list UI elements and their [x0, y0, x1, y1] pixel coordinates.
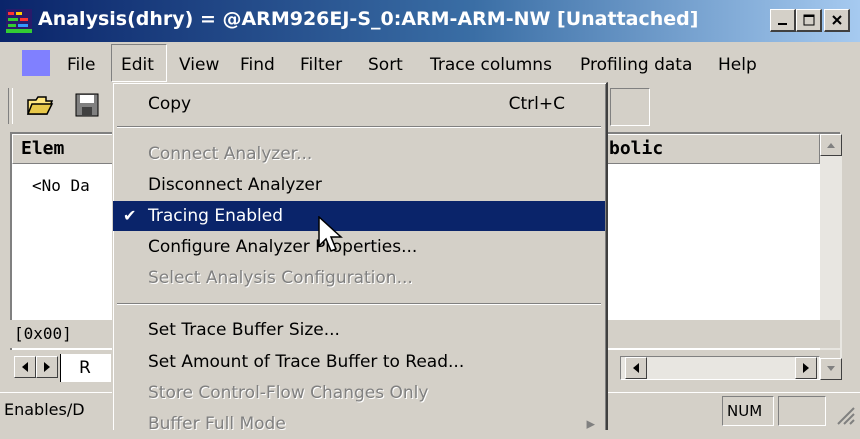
menu-item-disconnect-analyzer[interactable]: Disconnect Analyzer: [113, 170, 605, 200]
submenu-arrow-icon: ▸: [586, 414, 595, 434]
menu-item-set-amount-of-trace-buffer[interactable]: Set Amount of Trace Buffer to Read...: [113, 347, 605, 377]
mouse-pointer-icon: [318, 215, 346, 256]
scroll-up-button[interactable]: [820, 134, 842, 156]
menu-item-buffer-full-mode: Buffer Full Mode ▸: [113, 409, 605, 439]
menu-separator: [117, 126, 601, 128]
address-field: [0x00]: [14, 324, 72, 343]
menu-filter[interactable]: Filter: [300, 52, 342, 78]
menu-separator: [117, 303, 601, 305]
menu-item-label: Connect Analyzer...: [148, 144, 313, 164]
open-folder-icon[interactable]: [26, 92, 54, 118]
menu-sort[interactable]: Sort: [368, 52, 403, 78]
menu-item-label: Buffer Full Mode: [148, 414, 286, 434]
app-icon[interactable]: [6, 9, 32, 33]
empty-list-text: <No Da: [32, 176, 90, 195]
minimize-button[interactable]: [770, 9, 796, 32]
menu-item-label: Configure Analyzer Properties...: [148, 237, 418, 257]
status-pane-empty: [778, 396, 826, 426]
menu-find[interactable]: Find: [240, 52, 275, 78]
tab-first[interactable]: R: [60, 354, 111, 382]
status-text: Enables/D: [4, 400, 85, 419]
menu-item-set-trace-buffer-size[interactable]: Set Trace Buffer Size...: [113, 315, 605, 345]
arrow-right-icon: [803, 363, 809, 373]
arrow-left-icon: [633, 363, 639, 373]
scroll-down-button[interactable]: [820, 358, 842, 380]
toolbar-field[interactable]: [610, 88, 650, 126]
menu-edit[interactable]: Edit: [121, 52, 154, 78]
system-menu-icon[interactable]: [22, 50, 50, 76]
column-header-element[interactable]: Elem: [12, 134, 122, 164]
arrow-left-icon: [22, 362, 28, 372]
menu-item-store-control-flow-changes: Store Control-Flow Changes Only: [113, 378, 605, 408]
checkmark-icon: ✔: [123, 206, 137, 225]
menu-item-configure-analyzer-properties[interactable]: Configure Analyzer Properties...: [113, 232, 605, 262]
tab-scroll-right[interactable]: [36, 356, 58, 378]
window-title: Analysis(dhry) = @ARM926EJ-S_0:ARM-ARM-N…: [38, 8, 699, 30]
menu-item-label: Disconnect Analyzer: [148, 175, 322, 195]
menu-file[interactable]: File: [67, 52, 95, 78]
menu-item-copy[interactable]: Copy Ctrl+C: [113, 89, 605, 119]
menu-trace-columns[interactable]: Trace columns: [430, 52, 552, 78]
num-lock-indicator: NUM: [722, 396, 774, 426]
menu-profiling-data[interactable]: Profiling data: [580, 52, 692, 78]
tab-scroll-left[interactable]: [14, 356, 36, 378]
menu-item-connect-analyzer: Connect Analyzer...: [113, 139, 605, 169]
menu-item-tracing-enabled[interactable]: ✔ Tracing Enabled: [113, 201, 605, 231]
maximize-icon: [803, 14, 814, 26]
toolbar-grip: [8, 88, 13, 124]
edit-menu-dropdown: Copy Ctrl+C Connect Analyzer... Disconne…: [112, 82, 608, 434]
arrow-right-icon: [44, 362, 50, 372]
maximize-button[interactable]: [796, 9, 822, 32]
menu-item-label: Copy: [148, 94, 192, 114]
resize-grip-icon: [837, 407, 855, 425]
menu-help[interactable]: Help: [718, 52, 757, 78]
hscroll-left-button[interactable]: [625, 357, 647, 379]
arrow-down-icon: [827, 366, 835, 371]
save-icon[interactable]: [74, 92, 102, 118]
menu-item-label: Set Amount of Trace Buffer to Read...: [148, 352, 465, 372]
menu-item-label: Store Control-Flow Changes Only: [148, 383, 429, 403]
menu-item-shortcut: Ctrl+C: [508, 94, 565, 114]
tab-label: R: [79, 358, 91, 378]
menu-view[interactable]: View: [179, 52, 219, 78]
horizontal-scrollbar[interactable]: [620, 356, 820, 380]
minimize-icon: [777, 23, 787, 25]
menu-item-label: Tracing Enabled: [148, 206, 284, 226]
menu-item-label: Set Trace Buffer Size...: [148, 320, 340, 340]
menu-item-select-analysis-configuration: Select Analysis Configuration...: [113, 263, 605, 293]
arrow-up-icon: [827, 143, 835, 148]
resize-grip[interactable]: [832, 402, 856, 426]
column-header-symbolic[interactable]: bolic: [600, 134, 820, 164]
hscroll-right-button[interactable]: [795, 357, 817, 379]
close-icon: [831, 15, 842, 25]
close-button[interactable]: [824, 9, 850, 32]
menu-item-label: Select Analysis Configuration...: [148, 268, 413, 288]
